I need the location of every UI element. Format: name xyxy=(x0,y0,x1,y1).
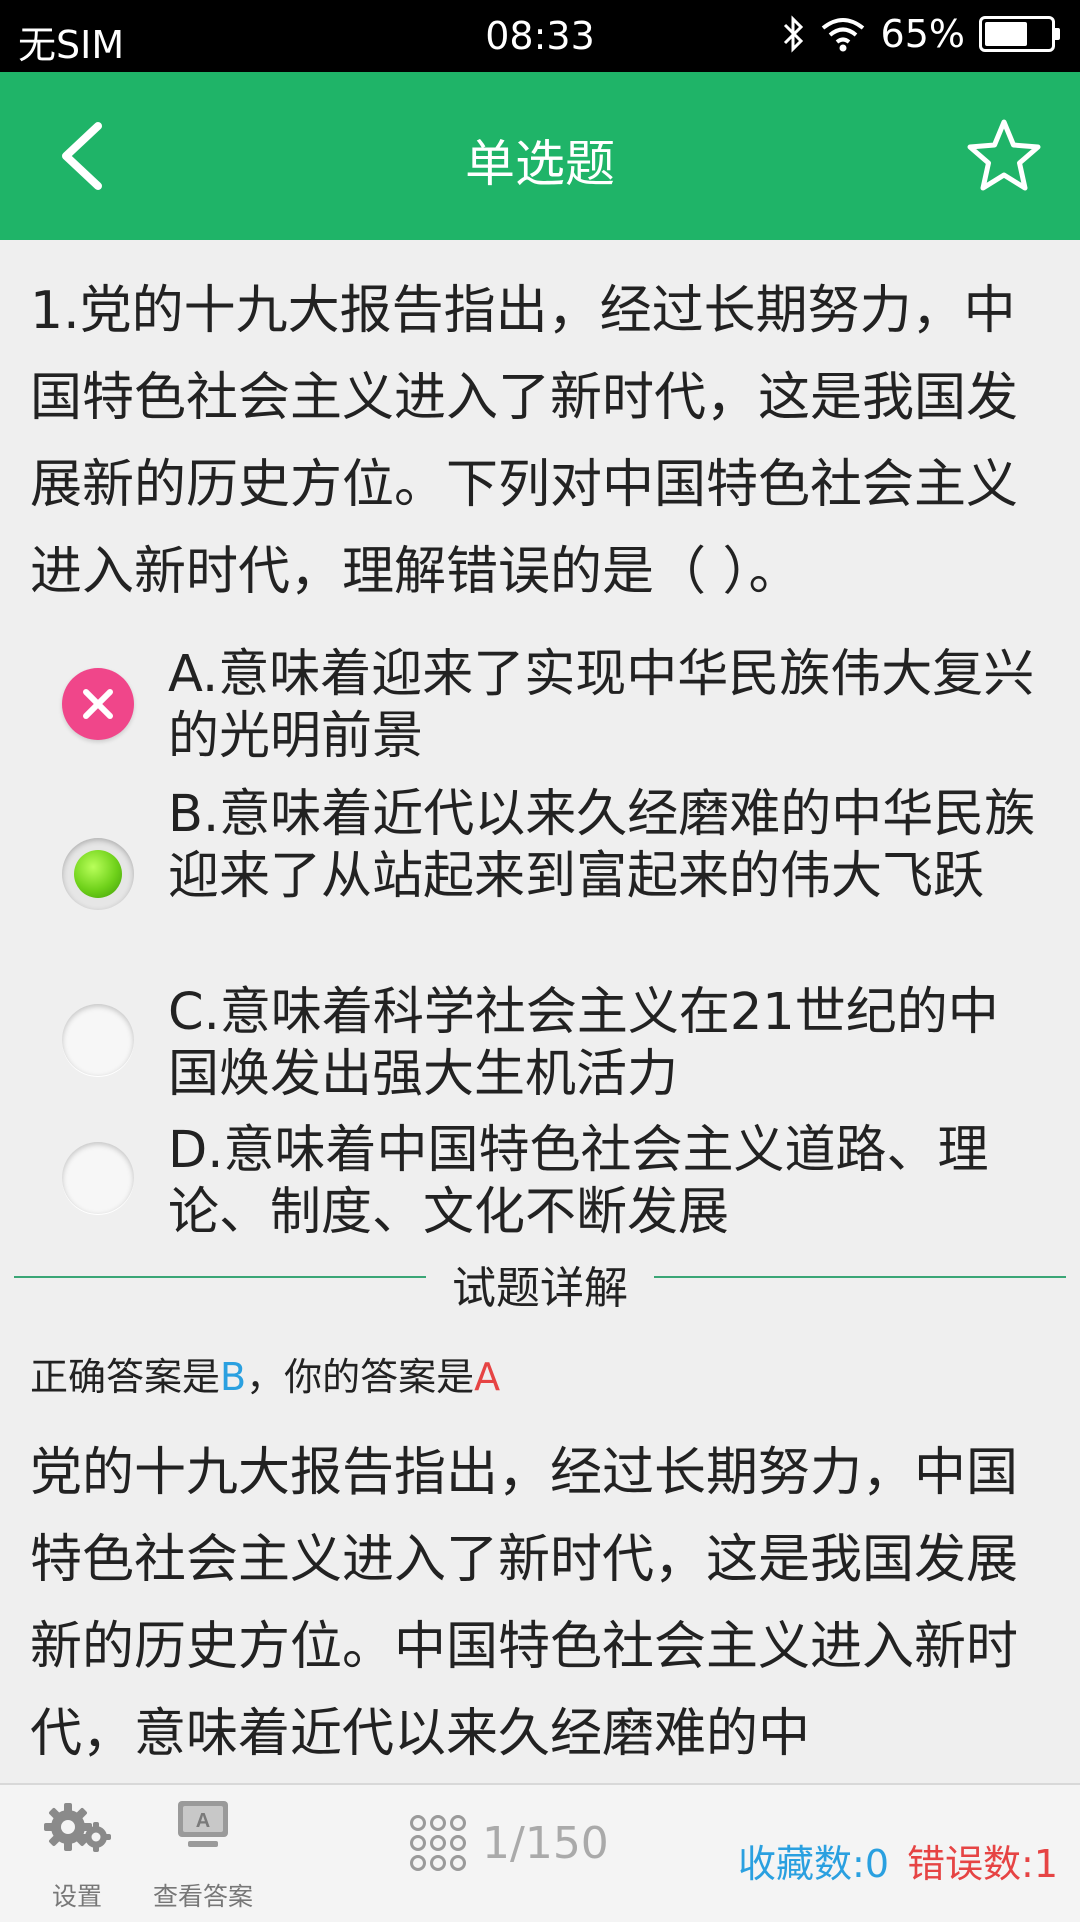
title-bar: 单选题 xyxy=(0,72,1080,240)
correct-answer: B xyxy=(220,1355,247,1399)
settings-button[interactable]: 设置 xyxy=(22,1785,132,1922)
battery-level xyxy=(985,22,1027,46)
view-answer-label: 查看答案 xyxy=(152,1882,253,1911)
gear-icon xyxy=(44,1803,111,1852)
answer-summary: 正确答案是B，你的答案是A xyxy=(30,1346,500,1401)
answer-middle: ，你的答案是 xyxy=(246,1355,475,1399)
view-answer-button[interactable]: A 查看答案 xyxy=(148,1785,258,1922)
grid-icon xyxy=(410,1815,466,1871)
favorites-count: 收藏数:0 xyxy=(738,1842,890,1886)
battery-percent: 65% xyxy=(880,12,965,56)
user-answer: A xyxy=(474,1355,501,1399)
status-bar: 无SIM 08:33 65% xyxy=(0,0,1080,72)
option-text: D.意味着中国特色社会主义道路、理论、制度、文化不断发展 xyxy=(168,1121,989,1242)
radio-empty-icon xyxy=(62,1142,134,1214)
question-progress[interactable]: 1/150 xyxy=(408,1813,609,1873)
explanation-title: 试题详解 xyxy=(452,1263,628,1314)
radio-empty-icon xyxy=(62,1004,134,1076)
option-text: B.意味着近代以来久经磨难的中华民族迎来了从站起来到富起来的伟大飞跃 xyxy=(168,785,1036,906)
correct-radio-icon xyxy=(62,838,134,910)
star-outline-icon[interactable] xyxy=(964,116,1044,196)
wifi-icon xyxy=(821,18,864,52)
question-text: 1.党的十九大报告指出，经过长期努力，中国特色社会主义进入了新时代，这是我国发展… xyxy=(30,281,1019,602)
monitor-icon: A xyxy=(178,1801,228,1847)
battery-icon xyxy=(979,16,1060,52)
option-text: C.意味着科学社会主义在21世纪的中国焕发出强大生机活力 xyxy=(168,983,999,1104)
svg-text:A: A xyxy=(196,1810,210,1832)
stats: 收藏数:0 错误数:1 xyxy=(738,1833,1058,1888)
option-text: A.意味着迎来了实现中华民族伟大复兴的光明前景 xyxy=(168,645,1035,766)
settings-label: 设置 xyxy=(51,1882,102,1911)
status-icons: 65% xyxy=(781,12,1060,56)
explanation-text: 党的十九大报告指出，经过长期努力，中国特色社会主义进入了新时代，这是我国发展新的… xyxy=(30,1443,1019,1764)
answer-prefix: 正确答案是 xyxy=(30,1355,221,1399)
progress-label: 1/150 xyxy=(482,1817,609,1869)
bottom-toolbar: 设置 A 查看答案 1/150 收藏数:0 错误数:1 xyxy=(0,1783,1080,1922)
bluetooth-icon xyxy=(783,15,803,53)
page-title: 单选题 xyxy=(465,135,615,193)
errors-count: 错误数:1 xyxy=(907,1842,1058,1886)
wrong-mark-icon xyxy=(62,668,134,740)
